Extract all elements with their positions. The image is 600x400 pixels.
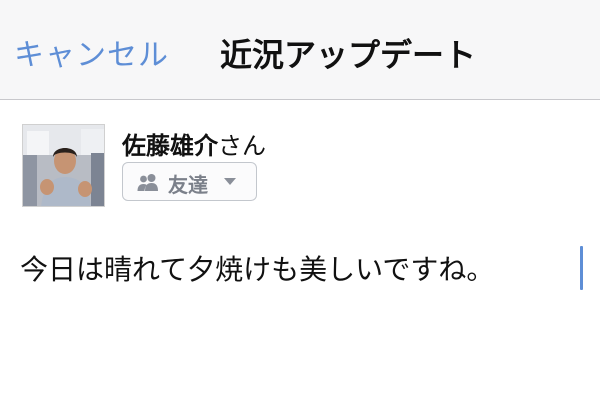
- audience-selector[interactable]: 友達: [122, 162, 257, 201]
- post-header: 佐藤雄介さん 友達: [22, 124, 582, 208]
- navigation-bar: キャンセル 近況アップデート: [0, 0, 600, 100]
- user-name: 佐藤雄介: [122, 132, 218, 160]
- avatar: [22, 124, 105, 207]
- user-honorific: さん: [218, 132, 266, 160]
- page-title: 近況アップデート: [219, 36, 476, 74]
- audience-label: 友達: [168, 173, 208, 197]
- friends-icon: [137, 174, 158, 191]
- post-author: 佐藤雄介さん: [122, 126, 266, 161]
- chevron-down-icon: [224, 178, 236, 185]
- status-text-input[interactable]: 今日は晴れて夕焼けも美しいですね。: [20, 248, 580, 298]
- avatar-photo: [23, 125, 104, 206]
- text-cursor: [580, 246, 583, 290]
